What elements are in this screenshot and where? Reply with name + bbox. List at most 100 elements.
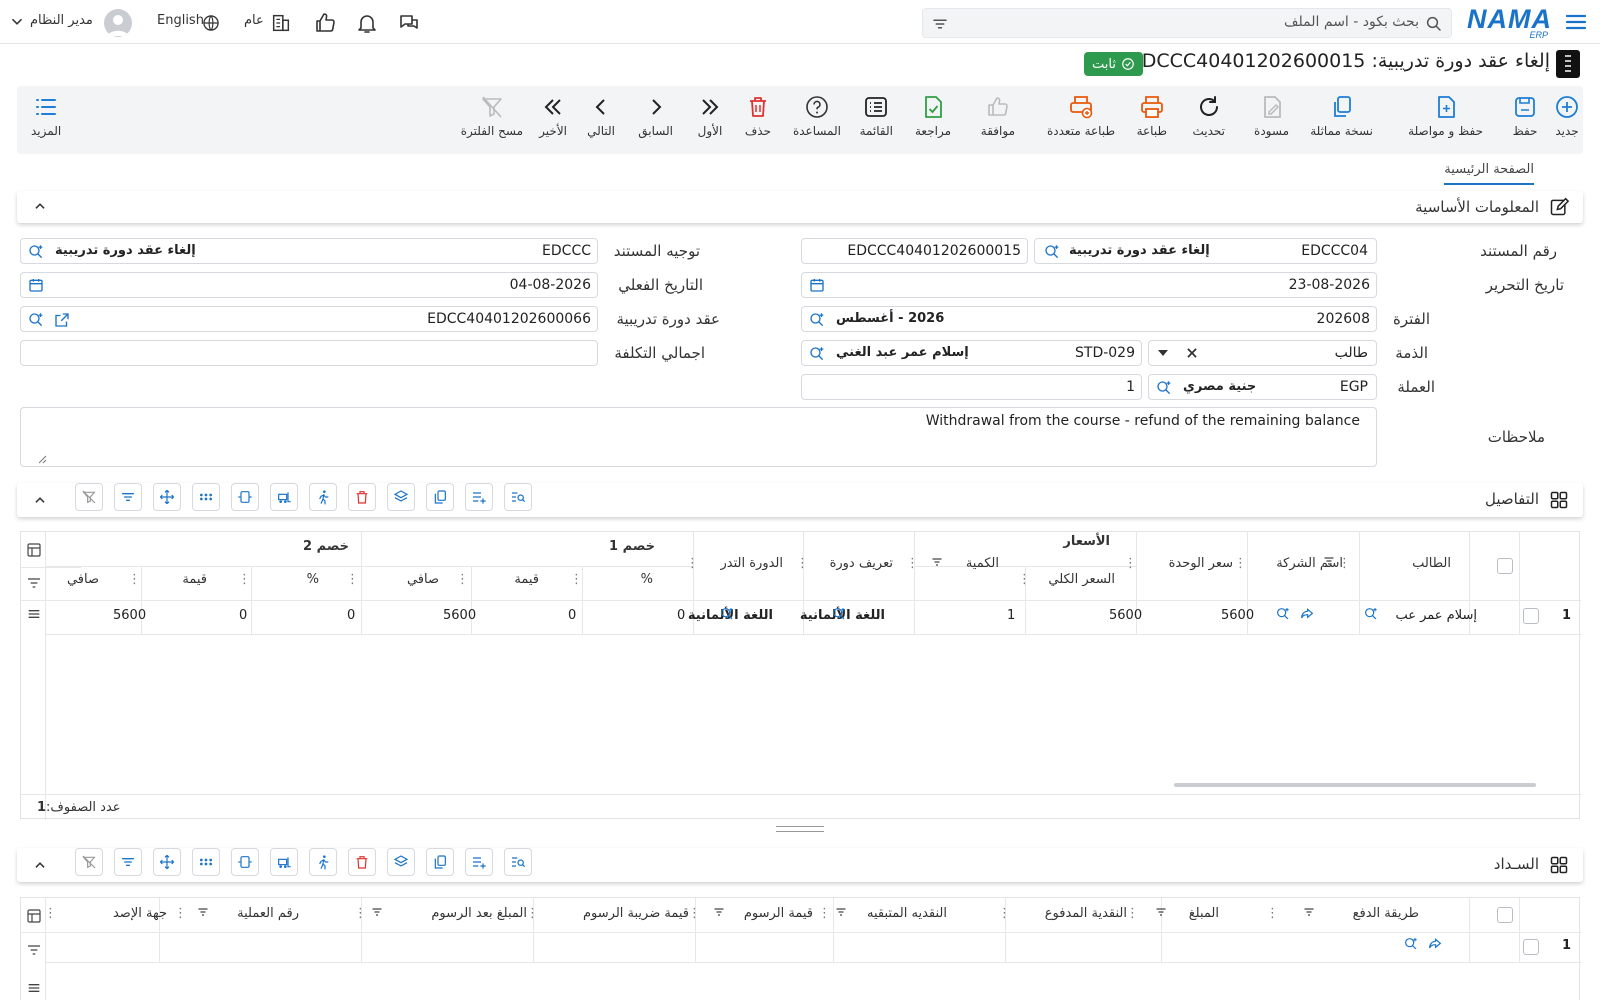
- row-menu-icon[interactable]: [26, 606, 42, 622]
- col-issuer[interactable]: جهة الإصد: [113, 906, 167, 921]
- actual-date-field[interactable]: 04-08-2026: [20, 272, 598, 298]
- doc-number-field[interactable]: EDCCC40401202600015: [801, 238, 1028, 264]
- search-plus-icon[interactable]: [27, 243, 45, 261]
- cell-total-price[interactable]: 5600: [1109, 608, 1142, 623]
- more-button[interactable]: المزيد: [31, 94, 61, 138]
- search-plus-icon[interactable]: [808, 311, 826, 329]
- calendar-icon[interactable]: [28, 277, 44, 293]
- filter-icon[interactable]: [371, 906, 383, 918]
- cell-student[interactable]: إسلام عمر عب: [1395, 608, 1477, 623]
- list-search-icon[interactable]: [504, 483, 532, 511]
- filter-icon[interactable]: [931, 556, 943, 568]
- menu-icon[interactable]: [1564, 10, 1588, 34]
- cell-d2-value[interactable]: 0: [239, 608, 247, 623]
- forklift-icon[interactable]: [270, 848, 298, 876]
- duplicate-button[interactable]: نسخة مماثلة: [1310, 94, 1373, 138]
- copy-icon[interactable]: [426, 483, 454, 511]
- column-menu-icon[interactable]: ⋮: [906, 556, 919, 571]
- col-pay-method[interactable]: طريقة الدفع: [1353, 906, 1419, 921]
- next-button[interactable]: التالي: [587, 94, 615, 138]
- copy-icon[interactable]: [426, 848, 454, 876]
- column-menu-icon[interactable]: ⋮: [354, 906, 367, 921]
- search-plus-icon[interactable]: [1363, 606, 1379, 622]
- column-menu-icon[interactable]: ⋮: [174, 906, 187, 921]
- resize-handle-icon[interactable]: [37, 454, 47, 464]
- doc-direction-field[interactable]: EDCCC إلغاء عقد دورة تدريبية: [20, 238, 598, 264]
- list-add-icon[interactable]: [465, 483, 493, 511]
- select-all-checkbox[interactable]: [1497, 558, 1513, 574]
- delete-button[interactable]: حذف: [745, 94, 771, 138]
- column-menu-icon[interactable]: ⋮: [570, 572, 583, 587]
- chat-icon[interactable]: [396, 10, 422, 36]
- row-checkbox[interactable]: [1523, 939, 1539, 955]
- column-menu-icon[interactable]: ⋮: [796, 556, 809, 571]
- draft-button[interactable]: مسودة: [1254, 94, 1289, 138]
- dots-grid-icon[interactable]: [192, 483, 220, 511]
- filter-icon[interactable]: [1155, 906, 1167, 918]
- column-menu-icon[interactable]: ⋮: [998, 906, 1011, 921]
- column-menu-icon[interactable]: ⋮: [238, 572, 251, 587]
- col-fees-value[interactable]: قيمة الرسوم: [744, 906, 813, 921]
- forklift-icon[interactable]: [270, 483, 298, 511]
- search-plus-icon[interactable]: [1043, 243, 1061, 261]
- search-plus-icon[interactable]: [1275, 606, 1291, 622]
- multi-print-button[interactable]: طباعة متعددة: [1047, 94, 1115, 138]
- column-menu-icon[interactable]: ⋮: [818, 906, 831, 921]
- last-button[interactable]: الأخير: [539, 94, 567, 138]
- horizontal-scrollbar[interactable]: [1174, 783, 1536, 787]
- column-menu-icon[interactable]: ⋮: [686, 556, 699, 571]
- share-icon[interactable]: [1299, 606, 1315, 622]
- list-add-icon[interactable]: [465, 848, 493, 876]
- col-d2-value[interactable]: قيمة: [182, 572, 207, 587]
- dots-grid-icon[interactable]: [192, 848, 220, 876]
- col-fees-tax[interactable]: قيمة ضريبة الرسوم: [583, 906, 689, 921]
- col-total-price[interactable]: السعر الكلي: [1048, 572, 1115, 587]
- running-icon[interactable]: [309, 848, 337, 876]
- subsidiary-type-select[interactable]: طالب: [1148, 340, 1377, 366]
- column-menu-icon[interactable]: ⋮: [44, 906, 57, 921]
- save-button[interactable]: حفظ: [1512, 94, 1538, 138]
- contract-field[interactable]: EDCC40401202600066: [20, 306, 598, 332]
- layers-icon[interactable]: [387, 848, 415, 876]
- review-button[interactable]: مراجعة: [915, 94, 951, 138]
- col-course-def[interactable]: تعريف دورة: [830, 556, 893, 571]
- filter-icon[interactable]: [114, 483, 142, 511]
- filter-off-icon[interactable]: [75, 848, 103, 876]
- bell-icon[interactable]: [354, 10, 380, 36]
- col-unit-price[interactable]: سعر الوحدة: [1169, 556, 1233, 571]
- filter-off-icon[interactable]: [75, 483, 103, 511]
- column-menu-icon[interactable]: ⋮: [1124, 556, 1137, 571]
- total-cost-field[interactable]: [20, 340, 598, 366]
- filter-icon[interactable]: [26, 942, 42, 958]
- col-d1-net[interactable]: صافي: [407, 572, 439, 587]
- chevron-up-icon[interactable]: [33, 858, 47, 872]
- previous-button[interactable]: السابق: [638, 94, 673, 138]
- list-search-icon[interactable]: [504, 848, 532, 876]
- running-icon[interactable]: [309, 483, 337, 511]
- col-student[interactable]: الطالب: [1412, 556, 1451, 571]
- col-training-course[interactable]: الدورة التدر: [721, 556, 784, 571]
- col-amount[interactable]: المبلغ: [1189, 906, 1219, 921]
- notes-textarea[interactable]: Withdrawal from the course - refund of t…: [20, 407, 1377, 467]
- cell-d2-net[interactable]: 5600: [113, 608, 146, 623]
- col-cash-remaining[interactable]: النقديه المتبقيه: [867, 906, 947, 921]
- column-menu-icon[interactable]: ⋮: [346, 572, 359, 587]
- fit-columns-icon[interactable]: [231, 848, 259, 876]
- edit-date-field[interactable]: 23-08-2026: [801, 272, 1377, 298]
- search-plus-icon[interactable]: [719, 606, 735, 622]
- user-name[interactable]: مدير النظام: [30, 13, 93, 28]
- column-menu-icon[interactable]: ⋮: [1234, 556, 1247, 571]
- currency-field[interactable]: EGP جنية مصري: [1148, 374, 1377, 400]
- search-plus-icon[interactable]: [27, 311, 45, 329]
- clear-filter-button[interactable]: مسح الفلترة: [461, 94, 523, 138]
- col-quantity[interactable]: الكمية: [966, 556, 999, 571]
- cell-d2-percent[interactable]: 0: [347, 608, 355, 623]
- select-all-checkbox[interactable]: [1497, 907, 1513, 923]
- move-icon[interactable]: [153, 848, 181, 876]
- filter-icon[interactable]: [114, 848, 142, 876]
- chevron-up-icon[interactable]: [33, 493, 47, 507]
- doc-book-field[interactable]: EDCCC04 إلغاء عقد دورة تدريبية: [1034, 238, 1377, 264]
- column-menu-icon[interactable]: ⋮: [456, 572, 469, 587]
- search-plus-icon[interactable]: [1155, 379, 1173, 397]
- table-row[interactable]: 1 إسلام عمر عب 5600 5600 1 اللغة الألمان…: [45, 600, 1581, 634]
